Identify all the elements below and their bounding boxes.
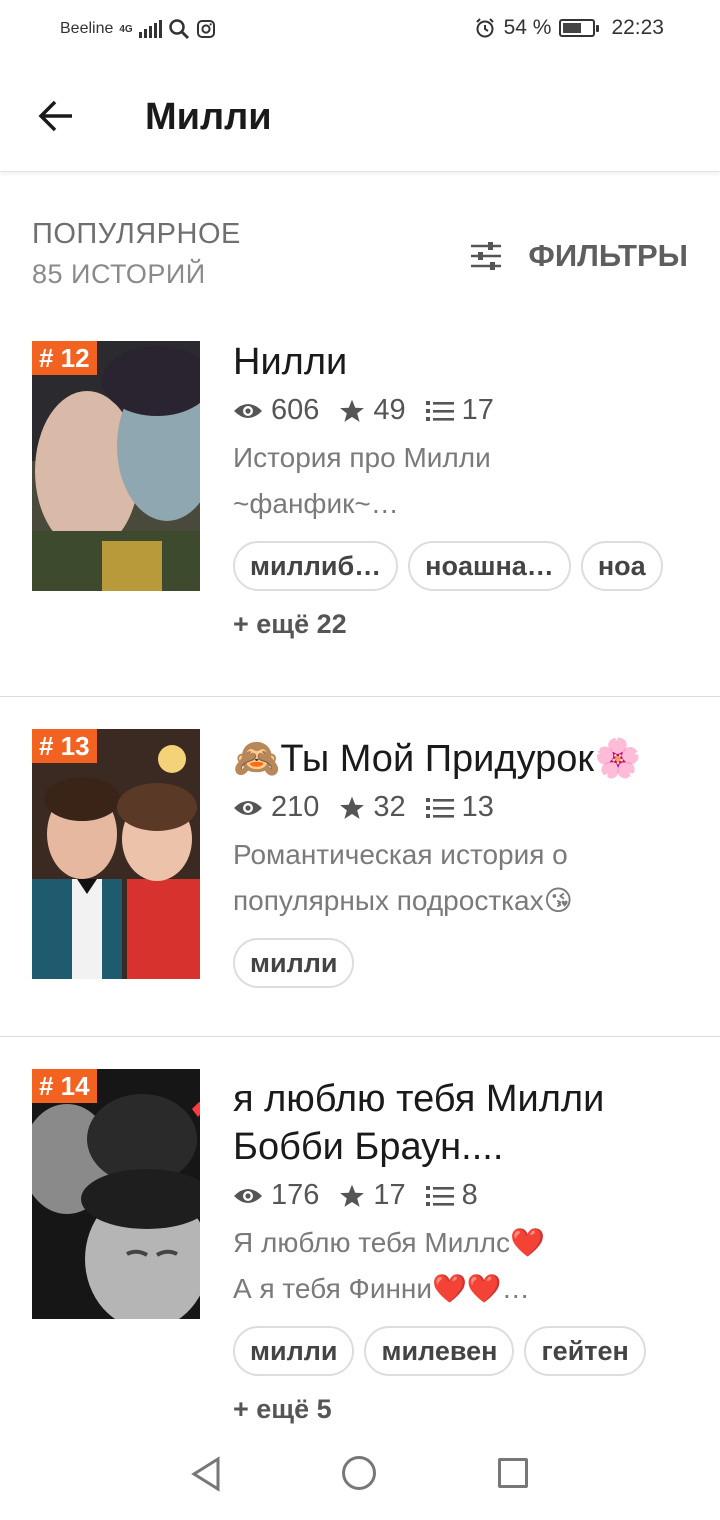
system-nav-bar — [0, 1440, 720, 1520]
rank-badge: # 12 — [32, 341, 97, 375]
eye-icon — [234, 1188, 262, 1203]
section-header: ПОПУЛЯРНОЕ 85 ИСТОРИЙ ФИЛЬТРЫ — [32, 218, 688, 302]
story-info: Нилли 606 49 17 История про Милли ~фанфи… — [233, 338, 693, 640]
tag-chip[interactable]: милли — [233, 938, 355, 988]
tag-chip[interactable]: гейтен — [524, 1326, 646, 1376]
tag-list: милли милевен гейтен — [233, 1326, 693, 1376]
carrier-name: Beeline — [60, 20, 114, 37]
back-button[interactable] — [28, 88, 84, 144]
search-icon — [168, 19, 189, 39]
filters-button[interactable]: ФИЛЬТРЫ — [470, 238, 688, 274]
list-icon — [425, 797, 454, 818]
parts-count: 17 — [461, 394, 494, 426]
cover-image — [32, 341, 200, 591]
tag-chip[interactable]: ноа — [580, 541, 663, 591]
story-cover[interactable]: # 14 — [32, 1069, 200, 1319]
tag-chip[interactable]: милли — [233, 1326, 355, 1376]
tag-chip[interactable]: ноашна… — [408, 541, 571, 591]
story-title[interactable]: Нилли — [233, 338, 693, 386]
views-count: 606 — [271, 394, 320, 426]
votes-stat: 17 — [339, 1179, 406, 1212]
instagram-icon — [196, 20, 215, 38]
cover-image — [32, 729, 200, 979]
signal-icon — [138, 20, 162, 38]
nav-recents-icon[interactable] — [498, 1458, 528, 1488]
views-count: 210 — [271, 791, 320, 823]
description-line: Я люблю тебя Миллс❤️ — [233, 1227, 545, 1258]
cover-image — [32, 1069, 200, 1319]
story-card[interactable]: # 14 я люблю тебя Милли Бобби Браун.... … — [0, 1037, 720, 1447]
story-info: 🙈Ты Мой Придурок🌸 210 32 13 Романтическа… — [233, 735, 693, 988]
network-type: 4G — [119, 23, 133, 35]
parts-stat: 17 — [425, 394, 494, 427]
story-description: Я люблю тебя Миллс❤️ А я тебя Финни❤️❤️… — [233, 1220, 693, 1312]
views-stat: 176 — [233, 1179, 319, 1212]
battery-percent: 54 % — [503, 16, 552, 39]
more-tags-link[interactable]: + ещё 22 — [233, 609, 693, 640]
parts-stat: 8 — [425, 1179, 478, 1212]
nav-home-icon[interactable] — [342, 1456, 376, 1490]
votes-count: 17 — [373, 1179, 406, 1211]
nav-back-icon[interactable] — [190, 1456, 222, 1492]
parts-stat: 13 — [425, 791, 494, 824]
tag-chip[interactable]: милевен — [364, 1326, 515, 1376]
list-icon — [425, 400, 454, 421]
parts-count: 8 — [461, 1179, 478, 1211]
alarm-icon — [475, 18, 494, 38]
eye-icon — [234, 403, 262, 418]
star-icon — [340, 399, 365, 422]
story-stats: 176 17 8 — [233, 1179, 693, 1212]
arrow-left-icon — [38, 100, 72, 132]
app-bar: Милли — [0, 62, 720, 172]
votes-count: 32 — [373, 791, 406, 823]
star-icon — [340, 796, 365, 819]
tag-list: милли — [233, 938, 693, 988]
story-card[interactable]: # 12 Нилли 606 49 17 История про Милли ~… — [0, 318, 720, 697]
tag-list: миллиб… ноашна… ноа — [233, 541, 693, 591]
page-title: Милли — [145, 96, 272, 138]
status-right: 54 % 22:23 — [474, 16, 664, 40]
story-stats: 606 49 17 — [233, 394, 693, 427]
status-bar: Beeline 4G 54 % 22:23 — [0, 0, 720, 62]
more-tags-link[interactable]: + ещё 5 — [233, 1394, 693, 1425]
votes-stat: 32 — [339, 791, 406, 824]
tag-chip[interactable]: миллиб… — [233, 541, 399, 591]
eye-icon — [234, 800, 262, 815]
votes-stat: 49 — [339, 394, 406, 427]
story-cover[interactable]: # 12 — [32, 341, 200, 591]
battery-icon — [559, 19, 600, 37]
story-description: Романтическая история о популярных подро… — [233, 839, 573, 916]
status-left: Beeline 4G — [60, 18, 216, 40]
filters-label: ФИЛЬТРЫ — [528, 238, 688, 273]
votes-count: 49 — [373, 394, 406, 426]
story-card[interactable]: # 13 🙈Ты Мой Придурок🌸 210 32 13 Романти… — [0, 697, 720, 1037]
story-info: я люблю тебя Милли Бобби Браун.... 176 1… — [233, 1075, 693, 1425]
clock: 22:23 — [611, 16, 664, 39]
star-icon — [340, 1184, 365, 1207]
story-description: История про Милли ~фанфик~… — [233, 442, 491, 519]
parts-count: 13 — [461, 791, 494, 823]
story-title[interactable]: 🙈Ты Мой Придурок🌸 — [233, 735, 693, 783]
views-stat: 210 — [233, 791, 319, 824]
story-stats: 210 32 13 — [233, 791, 693, 824]
list-icon — [425, 1185, 454, 1206]
views-count: 176 — [271, 1179, 320, 1211]
story-title[interactable]: я люблю тебя Милли Бобби Браун.... — [233, 1075, 663, 1171]
views-stat: 606 — [233, 394, 319, 427]
story-cover[interactable]: # 13 — [32, 729, 200, 979]
rank-badge: # 13 — [32, 729, 97, 763]
description-line: А я тебя Финни❤️❤️… — [233, 1273, 530, 1304]
rank-badge: # 14 — [32, 1069, 97, 1103]
filter-sliders-icon — [471, 242, 502, 270]
